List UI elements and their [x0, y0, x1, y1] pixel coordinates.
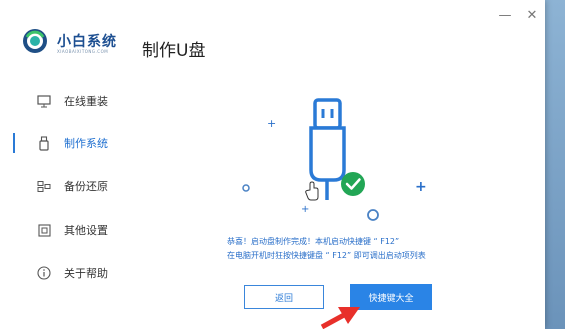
back-button[interactable]: 返回 — [244, 285, 324, 309]
page-title: 制作U盘 — [142, 41, 206, 61]
brand-name: 小白系统 — [57, 34, 117, 50]
sidebar-item-label: 在线重装 — [64, 95, 108, 108]
monitor-icon — [36, 93, 52, 109]
shortcut-keys-button[interactable]: 快捷键大全 — [350, 284, 432, 310]
brand-subtitle: XIAOBAIXITONG.COM — [57, 49, 109, 54]
backup-icon — [36, 178, 52, 194]
active-indicator — [13, 133, 15, 153]
svg-text:+: + — [267, 117, 276, 130]
pointer-arrow-icon — [320, 307, 360, 329]
usb-success-illustration: + + + — [242, 98, 427, 221]
sidebar-item-label: 制作系统 — [64, 137, 108, 150]
sidebar-item-label: 备份还原 — [64, 180, 108, 193]
settings-box-icon — [36, 222, 52, 238]
success-message-line-1: 恭喜！启动盘制作完成！本机启动快捷键 “ F12” — [227, 237, 400, 246]
sidebar-item-label: 关于帮助 — [64, 267, 108, 280]
app-window: 小白系统 XIAOBAIXITONG.COM 制作U盘 — ✕ 在线重装 制作系… — [0, 0, 545, 329]
success-message-line-2: 在电脑开机时狂按快捷键盘 “ F12” 即可调出启动项列表 — [227, 251, 426, 260]
sidebar-item-online-reinstall[interactable]: 在线重装 — [0, 86, 150, 116]
usb-drive-icon — [36, 135, 52, 151]
app-logo-icon — [23, 29, 47, 53]
info-icon — [36, 265, 52, 281]
usb-drive-illustration — [309, 98, 346, 200]
close-button[interactable]: ✕ — [524, 8, 540, 24]
sidebar: 在线重装 制作系统 备份还原 其他设置 关于帮助 — [0, 78, 210, 329]
header: 小白系统 XIAOBAIXITONG.COM 制作U盘 — ✕ — [0, 0, 545, 78]
check-icon — [341, 172, 365, 196]
hand-cursor-icon — [305, 181, 319, 201]
sidebar-item-label: 其他设置 — [64, 224, 108, 237]
sidebar-item-about-help[interactable]: 关于帮助 — [0, 258, 150, 288]
main-content: + + + 恭喜！启动盘制作完成！本机启动快捷键 “ F12” 在电脑开机时狂按… — [210, 78, 545, 329]
sidebar-item-backup-restore[interactable]: 备份还原 — [0, 171, 150, 201]
sidebar-item-other-settings[interactable]: 其他设置 — [0, 215, 150, 245]
svg-text:+: + — [301, 204, 309, 215]
sidebar-item-make-system[interactable]: 制作系统 — [0, 128, 150, 158]
minimize-button[interactable]: — — [497, 8, 513, 24]
svg-text:+: + — [415, 179, 427, 195]
